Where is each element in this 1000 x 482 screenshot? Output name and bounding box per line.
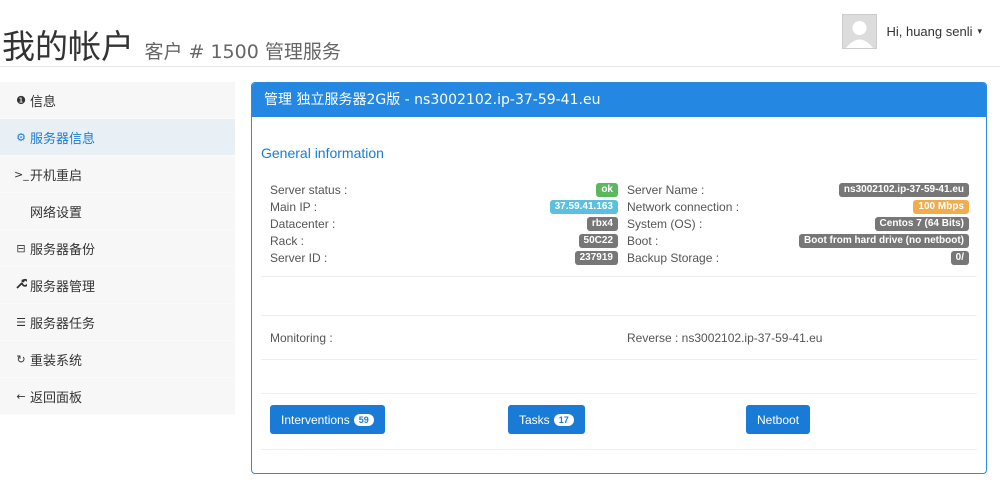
info-circle-icon: ❶ — [16, 93, 26, 107]
sidebar-item-info[interactable]: ❶ 信息 — [0, 82, 235, 119]
page-title-main: 我的帐户 — [2, 27, 134, 66]
server-panel: 管理 独立服务器2G版 - ns3002102.ip-37-59-41.eu G… — [251, 82, 987, 474]
divider — [261, 359, 977, 360]
sidebar-item-backup[interactable]: ⊟ 服务器备份 — [0, 230, 235, 267]
button-label: Tasks — [519, 412, 550, 427]
section-title: General information — [261, 145, 384, 161]
divider — [261, 393, 977, 394]
info-row: Server status : ok — [270, 181, 618, 198]
info-row: Datacenter : rbx4 — [270, 215, 618, 232]
tasks-count-badge: 17 — [553, 413, 574, 426]
sidebar-item-tasks[interactable]: ☰ 服务器任务 — [0, 304, 235, 341]
info-row: Server ID : 237919 — [270, 249, 618, 266]
info-label: Boot : — [627, 233, 659, 248]
button-label: Netboot — [757, 412, 800, 427]
avatar — [842, 14, 878, 49]
info-row: Rack : 50C22 — [270, 232, 618, 249]
os-badge: Centos 7 (64 Bits) — [874, 216, 969, 231]
sidebar-item-reinstall[interactable]: ↻ 重装系统 — [0, 341, 235, 378]
rack-badge: 50C22 — [578, 233, 618, 248]
info-row: System (OS) : Centos 7 (64 Bits) — [627, 215, 969, 232]
backup-badge: 0/ — [950, 250, 969, 265]
info-label: System (OS) : — [627, 216, 703, 231]
ip-badge: 37.59.41.163 — [549, 199, 618, 214]
sidebar-item-server-info[interactable]: ⚙ 服务器信息 — [0, 119, 235, 156]
info-row: Boot : Boot from hard drive (no netboot) — [627, 232, 969, 249]
reverse-dns: Reverse : ns3002102.ip-37-59-41.eu — [627, 331, 823, 345]
info-row: Main IP : 37.59.41.163 — [270, 198, 618, 215]
info-column-right: Server Name : ns3002102.ip-37-59-41.eu N… — [627, 181, 969, 266]
refresh-icon: ↻ — [16, 352, 26, 366]
page-subtitle: 客户 # 1500 管理服务 — [144, 41, 341, 63]
sidebar-item-reboot[interactable]: >_ 开机重启 — [0, 156, 235, 193]
page-title: 我的帐户 客户 # 1500 管理服务 — [2, 20, 341, 68]
server-name-badge: ns3002102.ip-37-59-41.eu — [838, 182, 969, 197]
sidebar: ❶ 信息 ⚙ 服务器信息 >_ 开机重启 网络设置 ⊟ 服务器备份 服务器管理 … — [0, 82, 235, 415]
sidebar-item-label: 服务器任务 — [30, 316, 96, 332]
network-badge: 100 Mbps — [913, 199, 969, 214]
info-label: Server status : — [270, 182, 348, 197]
datacenter-badge: rbx4 — [586, 216, 618, 231]
netboot-button[interactable]: Netboot — [746, 405, 811, 434]
info-label: Network connection : — [627, 199, 740, 214]
info-column-left: Server status : ok Main IP : 37.59.41.16… — [270, 181, 618, 266]
wrench-icon — [14, 278, 29, 292]
user-silhouette-icon — [843, 15, 877, 48]
info-label: Datacenter : — [270, 216, 336, 231]
server-id-badge: 237919 — [574, 250, 618, 265]
sidebar-item-label: 信息 — [30, 94, 57, 110]
sidebar-item-label: 返回面板 — [30, 390, 83, 406]
boot-badge: Boot from hard drive (no netboot) — [799, 233, 969, 248]
action-buttons: Interventions 59 Tasks 17 Netboot — [261, 405, 977, 450]
info-row: Backup Storage : 0/ — [627, 249, 969, 266]
page-header: 我的帐户 客户 # 1500 管理服务 Hi, huang senli ▾ — [0, 0, 1000, 67]
info-label: Backup Storage : — [627, 250, 720, 265]
sidebar-item-back[interactable]: ← 返回面板 — [0, 378, 235, 415]
info-label: Rack : — [270, 233, 305, 248]
divider — [261, 315, 977, 316]
info-row: Network connection : 100 Mbps — [627, 198, 969, 215]
interventions-button[interactable]: Interventions 59 — [270, 405, 385, 434]
sidebar-item-label: 重装系统 — [30, 353, 83, 369]
interventions-count-badge: 59 — [353, 413, 374, 426]
sidebar-item-label: 服务器信息 — [30, 131, 96, 147]
caret-down-icon: ▾ — [977, 26, 982, 36]
tachometer-icon: ⚙ — [16, 130, 26, 144]
user-greeting: Hi, huang senli — [886, 24, 973, 39]
terminal-icon: >_ — [14, 167, 29, 181]
status-badge: ok — [596, 182, 618, 197]
user-menu[interactable]: Hi, huang senli ▾ — [842, 14, 982, 49]
sidebar-item-label: 服务器备份 — [30, 242, 96, 258]
monitoring-label: Monitoring : — [270, 331, 333, 345]
info-label: Server ID : — [270, 250, 328, 265]
sidebar-item-label: 网络设置 — [30, 205, 83, 221]
panel-heading: 管理 独立服务器2G版 - ns3002102.ip-37-59-41.eu — [252, 83, 986, 117]
tasks-icon: ☰ — [16, 315, 26, 329]
info-label: Main IP : — [270, 199, 318, 214]
button-label: Interventions — [281, 412, 350, 427]
hdd-icon: ⊟ — [16, 241, 26, 255]
sidebar-item-label: 开机重启 — [30, 168, 83, 184]
arrow-left-icon: ← — [16, 389, 26, 403]
sidebar-item-label: 服务器管理 — [30, 279, 96, 295]
info-row: Server Name : ns3002102.ip-37-59-41.eu — [627, 181, 969, 198]
tasks-button[interactable]: Tasks 17 — [508, 405, 585, 434]
general-info-block: Server status : ok Main IP : 37.59.41.16… — [261, 171, 977, 277]
sidebar-item-manage[interactable]: 服务器管理 — [0, 267, 235, 304]
sidebar-item-network[interactable]: 网络设置 — [0, 193, 235, 230]
info-label: Server Name : — [627, 182, 705, 197]
